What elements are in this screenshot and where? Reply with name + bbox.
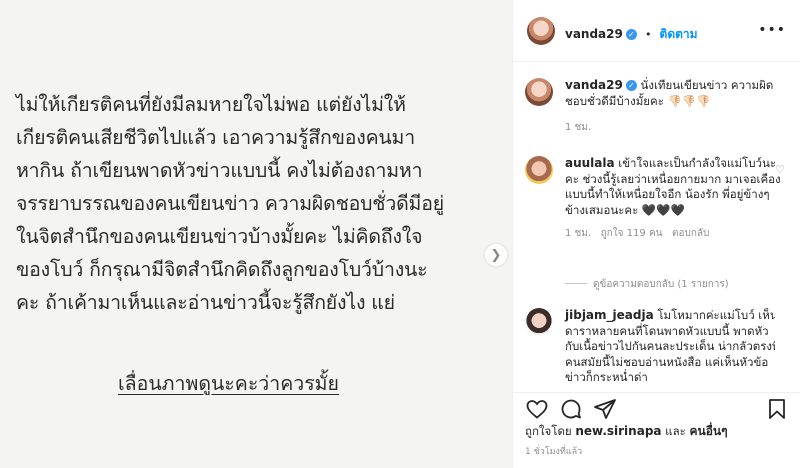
avatar[interactable] <box>525 78 553 106</box>
caption-username[interactable]: vanda29 <box>565 78 623 92</box>
image-text-line: เกียรติคนเสียชีวิตไปแล้ว เอาความรู้สึกขอ… <box>16 126 415 149</box>
image-text-line: จรรยาบรรณของคนเขียนข่าว ความผิดชอบชั่วดี… <box>16 192 444 215</box>
comment-item: jibjam_jeadja โมโหมากค่ะแม่โบว์ เห็นดารา… <box>525 308 775 386</box>
comment-username[interactable]: jibjam_jeadja <box>565 308 654 322</box>
heart-icon[interactable]: ♡ <box>775 162 785 178</box>
post-time: 1 ชั่วโมงที่แล้ว <box>525 447 583 457</box>
comment-body: jibjam_jeadja โมโหมากค่ะแม่โบว์ เห็นดารา… <box>565 308 775 386</box>
share-icon[interactable] <box>593 397 617 421</box>
divider <box>565 283 587 284</box>
chevron-right-icon: ❯ <box>490 247 502 263</box>
image-text-line: หากิน ถ้าเขียนพาดหัวข่าวแบบนี้ คงไม่ต้อง… <box>16 159 423 182</box>
header-username[interactable]: vanda29 <box>565 27 623 41</box>
post-header: vanda29 ✓ • ติดตาม ••• <box>513 0 800 62</box>
comment-icon[interactable] <box>559 397 583 421</box>
image-text-line: ไม่ให้เกียรติคนที่ยังมีลมหายใจไม่พอ แต่ย… <box>16 93 406 116</box>
header-user: vanda29 ✓ • ติดตาม <box>565 23 698 44</box>
post-sidebar: vanda29 ✓ • ติดตาม ••• vanda29 ✓ นั่งเทียน… <box>512 0 800 468</box>
likes-others[interactable]: คนอื่นๆ <box>689 424 727 438</box>
caption-time: 1 ชม. <box>565 122 592 133</box>
post-image[interactable]: ไม่ให้เกียรติคนที่ยังมีลมหายใจไม่พอ แต่ย… <box>0 0 512 468</box>
follow-button[interactable]: ติดตาม <box>660 27 698 41</box>
comment-likes[interactable]: ถูกใจ 119 คน <box>601 228 663 239</box>
comment-body: auulala เข้าใจและเป็นกำลังใจแม่โบว์นะคะ … <box>565 156 781 242</box>
comment-time: 1 ชม. <box>565 228 592 239</box>
heart-icon[interactable] <box>525 397 549 421</box>
next-image-button[interactable]: ❯ <box>485 244 507 266</box>
avatar[interactable] <box>525 156 553 184</box>
separator: • <box>644 28 652 41</box>
avatar[interactable] <box>525 308 553 336</box>
view-replies-label[interactable]: ดูข้อความตอบกลับ (1 รายการ) <box>593 279 729 290</box>
reply-button[interactable]: ตอบกลับ <box>672 228 709 239</box>
comment-meta: 1 ชม. ถูกใจ 119 คน ตอบกลับ <box>565 226 781 242</box>
post-image-text: ไม่ให้เกียรติคนที่ยังมีลมหายใจไม่พอ แต่ย… <box>16 88 506 319</box>
likes-prefix: ถูกใจโดย <box>525 424 572 438</box>
likes-summary: ถูกใจโดย new.sirinapa และ คนอื่นๆ <box>525 422 728 441</box>
more-options-icon[interactable]: ••• <box>758 22 786 38</box>
likes-user[interactable]: new.sirinapa <box>575 424 661 438</box>
view-replies[interactable]: ดูข้อความตอบกลับ (1 รายการ) <box>565 277 729 292</box>
image-text-line: ในจิตสำนึกของคนเขียนข่าวบ้างมั้ยคะ ไม่คิ… <box>16 225 423 248</box>
image-text-line: คะ ถ้าเค้ามาเห็นและอ่านข่าวนี้จะรู้สึกยั… <box>16 291 395 314</box>
verified-icon: ✓ <box>625 29 637 40</box>
likes-middle: และ <box>665 424 686 438</box>
image-footer-text: เลื่อนภาพดูนะคะว่าควรมั้ย <box>118 372 339 395</box>
bookmark-icon[interactable] <box>765 397 789 421</box>
caption-body: vanda29 ✓ นั่งเทียนเขียนข่าว ความผิดชอบชั… <box>565 78 781 136</box>
image-text-line: ของโบว์ ก็กรุณามีจิตสำนึกคิดถึงลูกของโบว… <box>16 258 428 281</box>
verified-icon: ✓ <box>625 80 637 91</box>
comment-username[interactable]: auulala <box>565 156 615 170</box>
action-bar <box>513 392 800 422</box>
avatar[interactable] <box>527 17 555 45</box>
